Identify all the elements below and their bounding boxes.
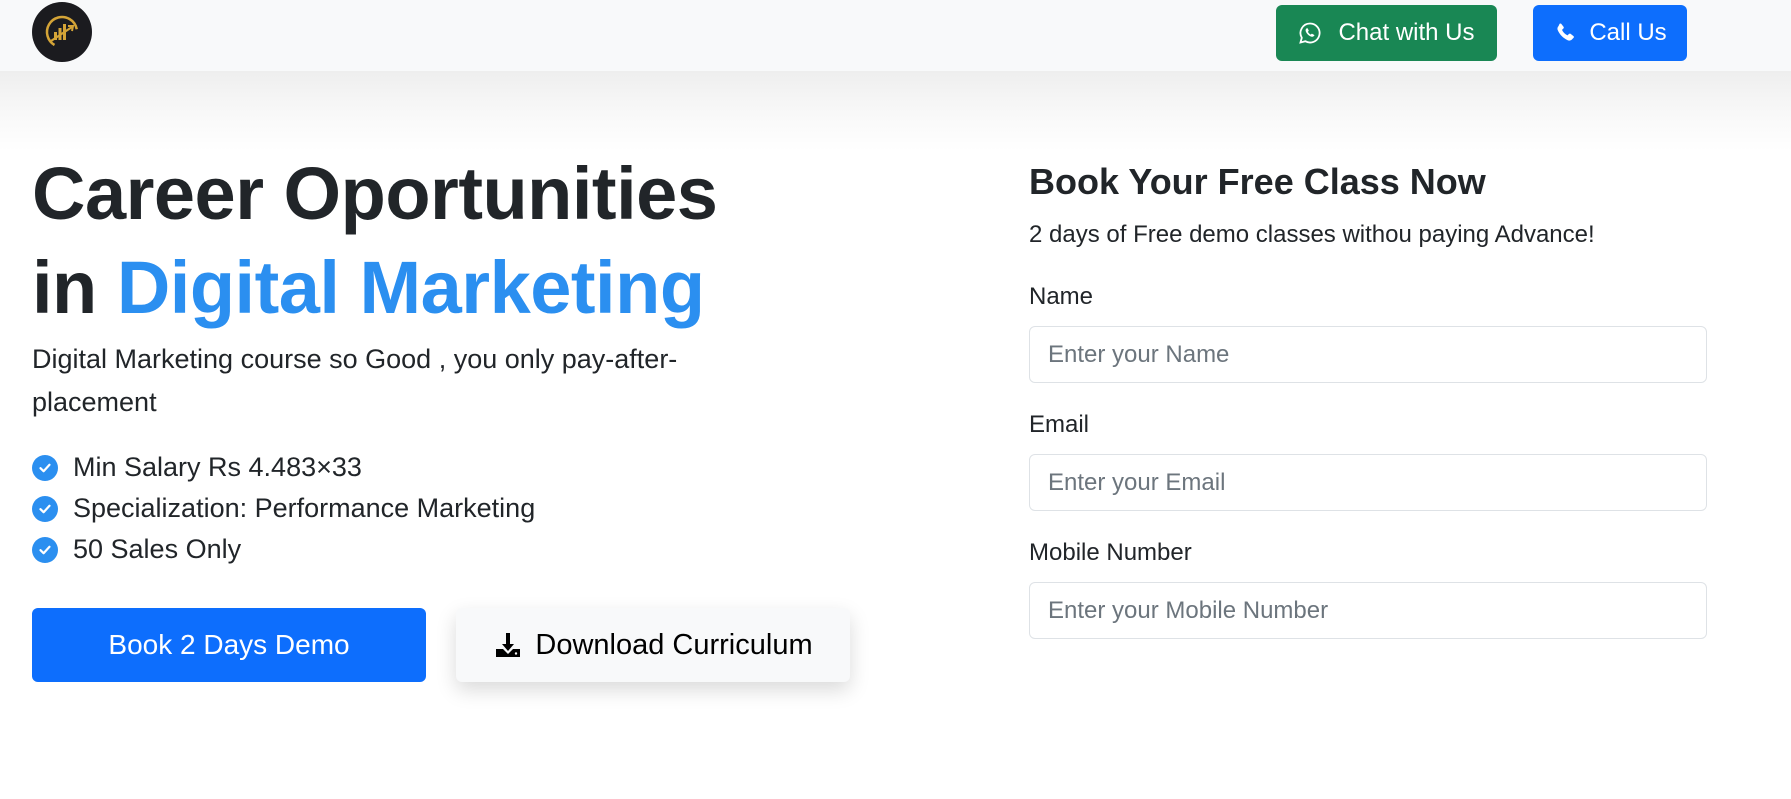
feature-list: Min Salary Rs 4.483×33 Specialization: P… [32,447,535,570]
feature-text: 50 Sales Only [73,534,242,564]
book-demo-button[interactable]: Book 2 Days Demo [32,608,426,682]
form-subtitle: 2 days of Free demo classes withou payin… [1029,221,1595,248]
feature-item: 50 Sales Only [32,529,535,570]
feature-item: Min Salary Rs 4.483×33 [32,447,535,488]
headline-accent: Digital Marketing [116,246,705,329]
feature-text: Specialization: Performance Marketing [73,493,536,523]
feature-text: Min Salary Rs 4.483×33 [73,452,362,482]
feature-item: Specialization: Performance Marketing [32,488,535,529]
name-label: Name [1029,283,1094,310]
check-circle-icon [32,495,58,522]
chat-with-us-label: Chat with Us [1338,19,1475,46]
headline-line2-prefix: in [32,246,117,329]
name-input[interactable] [1029,326,1707,383]
headline-line1: Career Oportunities [32,152,718,235]
whatsapp-icon [1299,22,1321,44]
check-circle-icon [32,454,58,481]
hero-headline: Career Oportunities in Digital Marketing [32,147,852,335]
check-circle-icon [32,536,58,563]
book-demo-label: Book 2 Days Demo [108,629,350,660]
call-us-label: Call Us [1589,19,1667,46]
form-title: Book Your Free Class Now [1029,161,1486,202]
growth-chart-logo-icon [45,15,79,49]
chat-with-us-button[interactable]: Chat with Us [1276,5,1497,61]
hero-subtitle: Digital Marketing course so Good , you o… [32,344,678,417]
top-navbar: Chat with Us Call Us [0,0,1791,71]
call-us-button[interactable]: Call Us [1533,5,1687,61]
download-curriculum-button[interactable]: Download Curriculum [456,608,850,682]
brand-logo[interactable] [32,2,92,62]
download-curriculum-label: Download Curriculum [535,628,813,661]
mobile-number-input[interactable] [1029,582,1707,639]
download-icon [496,633,521,657]
phone-icon [1557,23,1575,41]
email-input[interactable] [1029,454,1707,511]
mobile-number-label: Mobile Number [1029,539,1192,566]
email-label: Email [1029,411,1090,438]
header-shadow [0,71,1791,151]
